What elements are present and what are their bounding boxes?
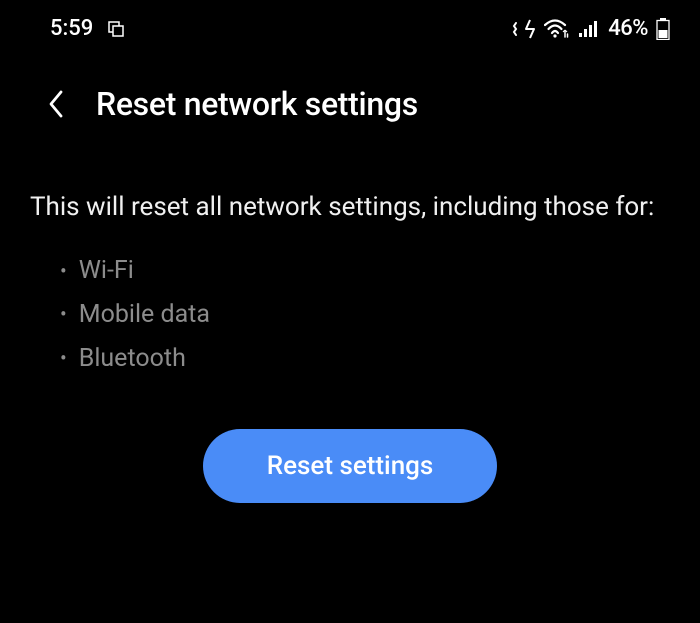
status-bar-right: 46% [512,16,670,41]
signal-icon [578,20,600,38]
vibrate-icon [512,18,536,40]
page-title: Reset network settings [96,85,418,123]
button-container: Reset settings [30,429,670,503]
list-item-label: Bluetooth [79,337,186,381]
status-bar-left: 5:59 [50,16,125,41]
wifi-icon [544,19,570,39]
bullet-icon: • [60,297,67,332]
list-item: • Mobile data [60,293,670,337]
bullet-icon: • [60,341,67,376]
status-bar: 5:59 [0,0,700,49]
list-item-label: Mobile data [79,293,210,337]
bullet-icon: • [60,254,67,289]
list-item: • Bluetooth [60,337,670,381]
app-bar: Reset network settings [0,49,700,143]
content-area: This will reset all network settings, in… [0,143,700,503]
back-button[interactable] [48,90,64,118]
battery-percent-text: 46% [608,16,648,41]
clock-text: 5:59 [50,16,93,41]
reset-items-list: • Wi-Fi • Mobile data • Bluetooth [30,249,670,380]
description-text: This will reset all network settings, in… [30,187,670,227]
app-indicator-icon [107,20,125,38]
list-item: • Wi-Fi [60,249,670,293]
list-item-label: Wi-Fi [79,249,134,293]
battery-icon [656,18,670,40]
reset-settings-button[interactable]: Reset settings [203,429,498,503]
